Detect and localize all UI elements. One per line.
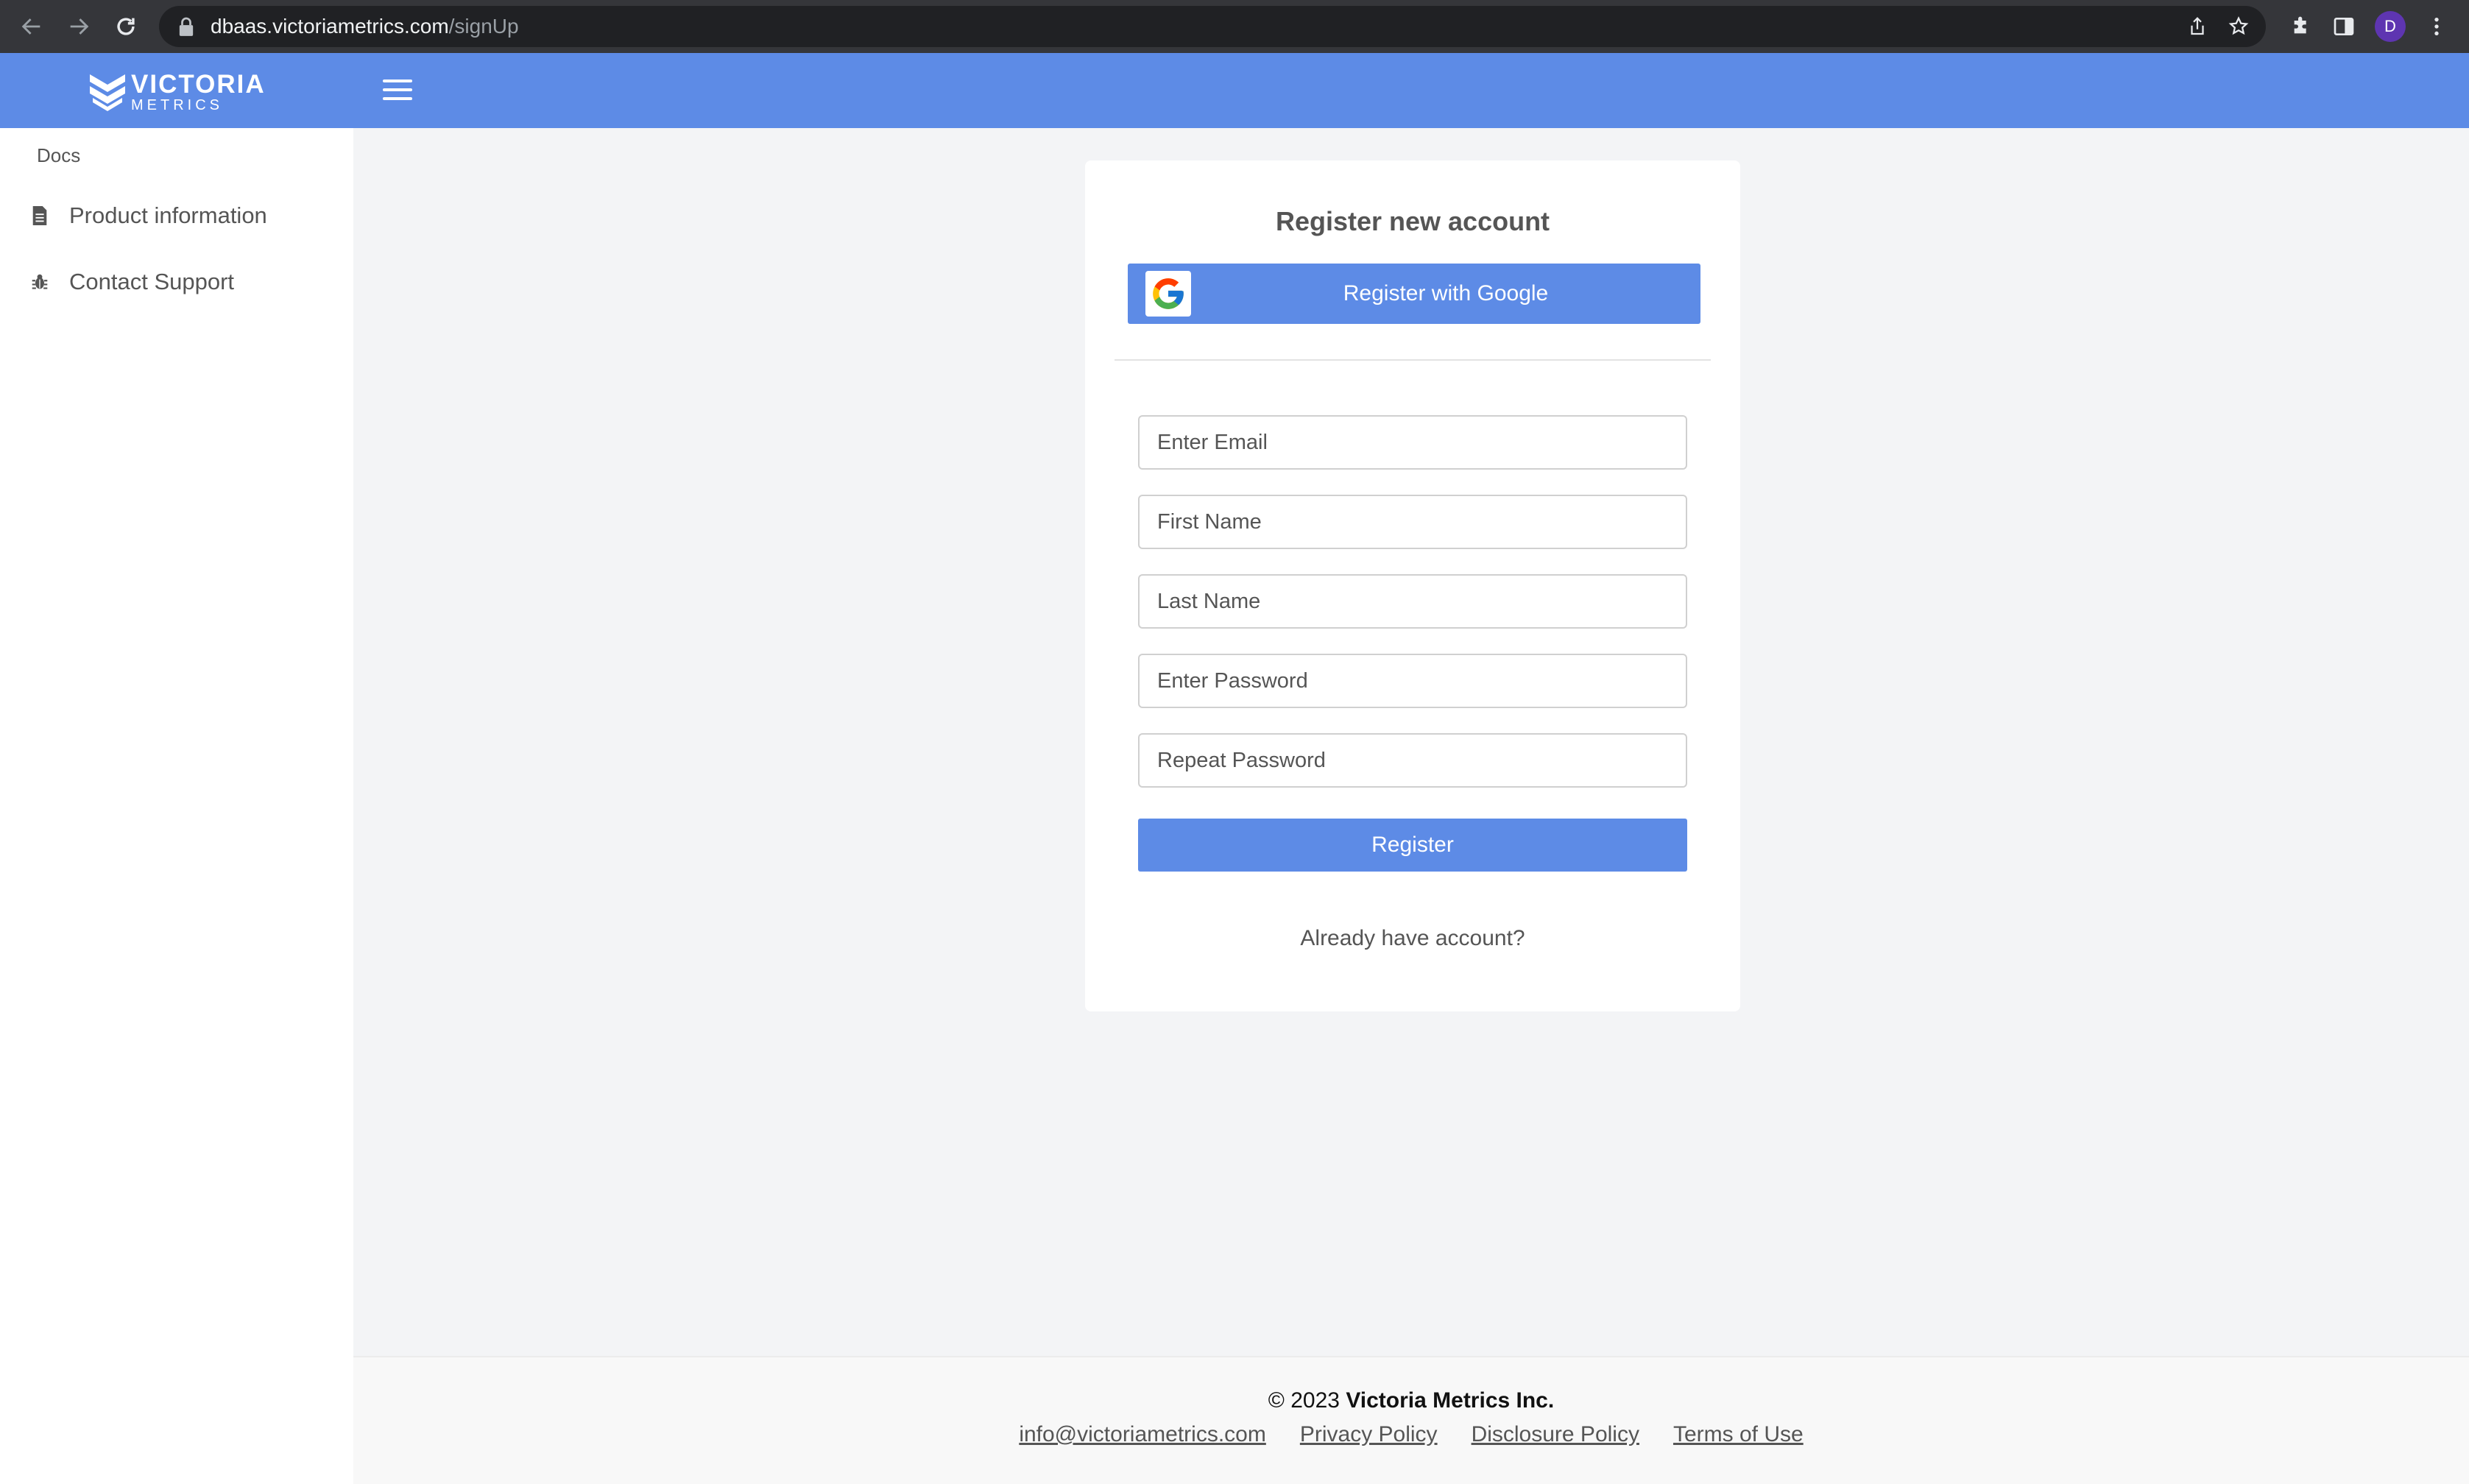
register-card: Register new account Register with Googl… [1085, 160, 1740, 1011]
document-icon [32, 206, 47, 225]
google-button-label: Register with Google [1343, 281, 1549, 305]
reload-icon [117, 18, 135, 35]
url-path: /signUp [448, 15, 519, 38]
address-bar[interactable]: dbaas.victoriametrics.com/signUp [159, 6, 2266, 47]
footer: © 2023 Victoria Metrics Inc. info@victor… [353, 1356, 2469, 1484]
arrow-left-icon [21, 18, 40, 35]
bookmark-star-icon[interactable] [2228, 15, 2250, 38]
sidebar-heading: Docs [37, 144, 81, 166]
side-panel-icon[interactable] [2332, 15, 2356, 38]
footer-link-terms-of-use[interactable]: Terms of Use [1673, 1422, 1804, 1447]
last-name-field[interactable] [1138, 574, 1687, 629]
kebab-menu-icon[interactable] [2425, 15, 2448, 38]
sidebar-item-label: Product information [69, 202, 267, 228]
google-logo-icon [1153, 278, 1184, 309]
forward-button[interactable] [60, 8, 97, 45]
copyright-year: © 2023 [1268, 1388, 1340, 1413]
footer-links: info@victoriametrics.com Privacy Policy … [353, 1422, 2469, 1447]
sidebar: Docs Product information Contact Support [0, 128, 353, 1484]
company-name: Victoria Metrics Inc. [1346, 1388, 1555, 1413]
sidebar-item-product-information[interactable]: Product information [31, 197, 267, 234]
victoria-metrics-logo-icon [90, 74, 125, 111]
reload-button[interactable] [107, 8, 144, 45]
victoria-metrics-logo[interactable]: VICTORIA METRICS [88, 70, 266, 113]
sidebar-item-contact-support[interactable]: Contact Support [31, 264, 234, 300]
extensions-puzzle-icon[interactable] [2289, 15, 2313, 38]
footer-link-disclosure-policy[interactable]: Disclosure Policy [1472, 1422, 1639, 1447]
register-with-google-button[interactable]: Register with Google [1128, 264, 1700, 324]
logo-wordmark: VICTORIA [131, 70, 266, 99]
browser-toolbar: dbaas.victoriametrics.com/signUp D [0, 0, 2469, 53]
profile-avatar[interactable]: D [2375, 11, 2406, 42]
sidebar-item-label: Contact Support [69, 269, 235, 294]
back-button[interactable] [13, 8, 50, 45]
first-name-field[interactable] [1138, 495, 1687, 549]
footer-link-privacy-policy[interactable]: Privacy Policy [1300, 1422, 1438, 1447]
bug-icon [32, 274, 48, 289]
register-button[interactable]: Register [1138, 819, 1687, 872]
share-icon[interactable] [2186, 15, 2208, 38]
hamburger-menu-icon[interactable] [383, 80, 412, 103]
lock-icon [179, 17, 194, 36]
url-host: dbaas.victoriametrics.com [211, 15, 449, 38]
copyright: © 2023 Victoria Metrics Inc. [353, 1388, 2469, 1413]
repeat-password-field[interactable] [1138, 733, 1687, 788]
footer-link-email[interactable]: info@victoriametrics.com [1019, 1422, 1266, 1447]
logo-subtitle: METRICS [131, 97, 223, 113]
page-title: Register new account [1275, 206, 1550, 236]
password-field[interactable] [1138, 654, 1687, 708]
email-field[interactable] [1138, 415, 1687, 470]
app-header: VICTORIA METRICS [0, 53, 2469, 128]
arrow-right-icon [70, 18, 89, 35]
already-have-account-link[interactable]: Already have account? [1085, 926, 1740, 951]
divider [1115, 359, 1711, 361]
